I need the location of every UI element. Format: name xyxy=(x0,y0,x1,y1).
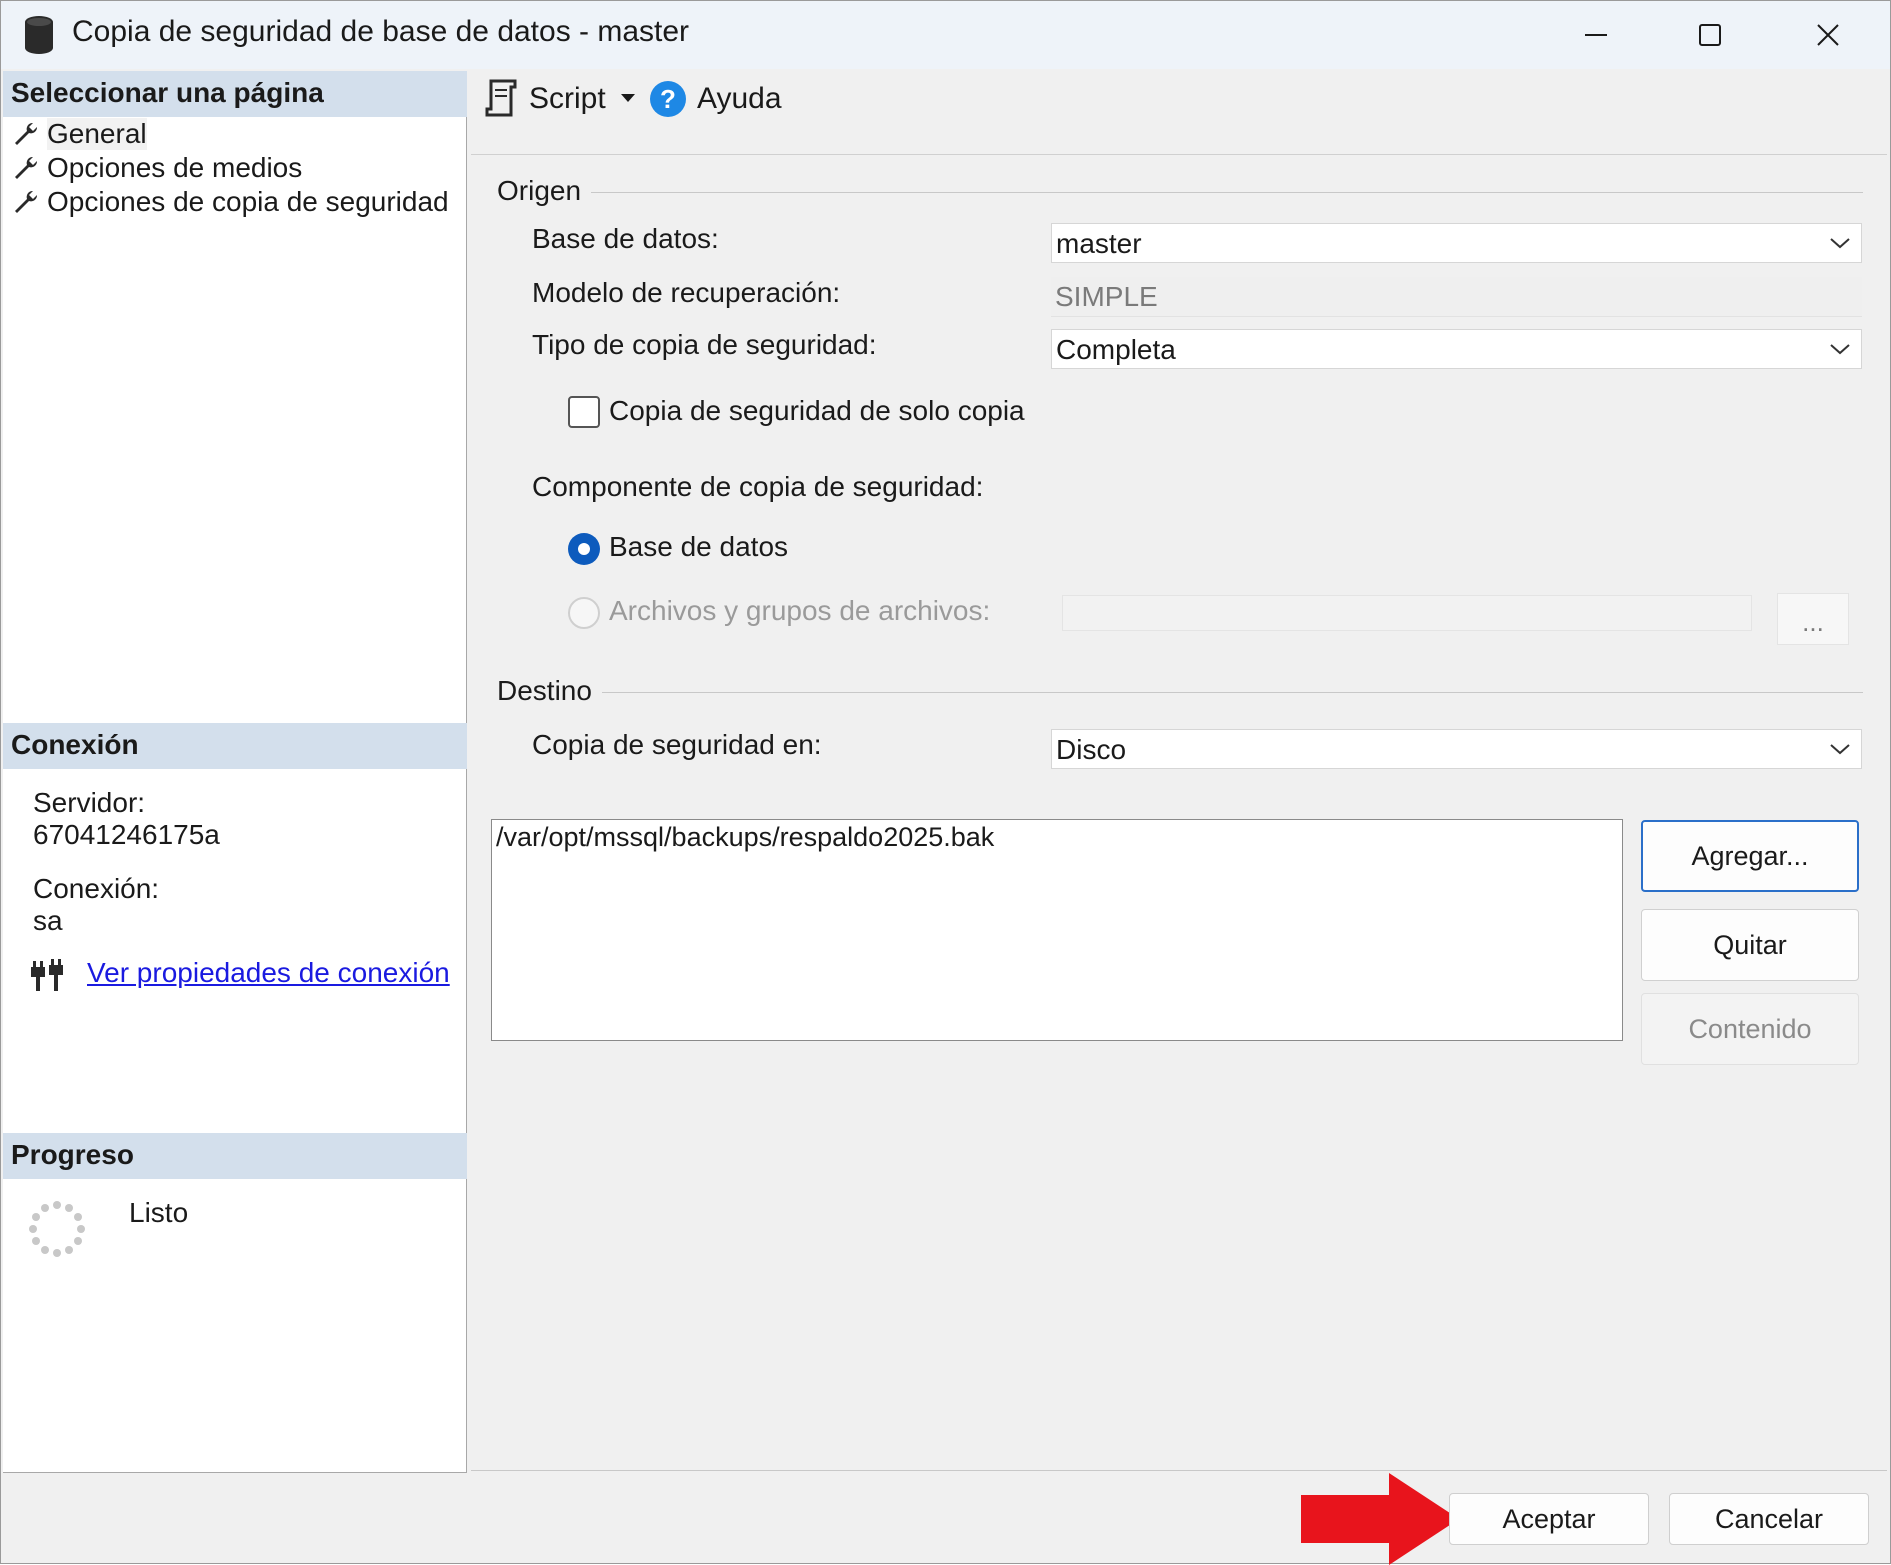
recovery-model-label: Modelo de recuperación: xyxy=(532,277,841,308)
files-filegroups-field[interactable] xyxy=(1062,595,1752,631)
connection-value: sa xyxy=(33,905,63,936)
chevron-down-icon xyxy=(1830,744,1850,755)
source-group-label: Origen xyxy=(497,175,592,207)
page-item-general[interactable]: General xyxy=(13,117,147,151)
copy-only-checkbox[interactable] xyxy=(568,396,600,428)
close-button[interactable] xyxy=(1773,1,1883,69)
page-item-backup-options[interactable]: Opciones de copia de seguridad xyxy=(13,185,449,219)
destination-group-line xyxy=(599,692,1863,693)
wrench-icon xyxy=(15,190,38,213)
server-value: 67041246175a xyxy=(33,819,220,850)
list-item[interactable]: /var/opt/mssql/backups/respaldo2025.bak xyxy=(496,822,1618,853)
script-dropdown-button[interactable] xyxy=(621,75,635,123)
bottom-separator xyxy=(471,1470,1887,1471)
view-connection-properties-link[interactable]: Ver propiedades de conexión xyxy=(87,957,450,989)
backup-to-select-value: Disco xyxy=(1056,734,1127,765)
cancel-button[interactable]: Cancelar xyxy=(1669,1493,1869,1545)
svg-text:?: ? xyxy=(660,84,676,114)
maximize-icon xyxy=(1699,24,1721,46)
add-destination-button[interactable]: Agregar... xyxy=(1641,820,1859,892)
connection-header: Conexión xyxy=(3,723,467,769)
component-files-radio[interactable] xyxy=(568,597,600,629)
connection-label: Conexión: xyxy=(33,873,160,904)
help-button[interactable]: ? Ayuda xyxy=(649,75,782,123)
database-select-value: master xyxy=(1056,228,1142,259)
backup-type-select[interactable]: Completa xyxy=(1051,329,1862,369)
plug-icon xyxy=(31,959,63,991)
minimize-icon xyxy=(1585,34,1607,36)
script-icon xyxy=(485,79,517,117)
database-select[interactable]: master xyxy=(1051,223,1862,263)
red-arrow-annotation xyxy=(1301,1473,1459,1565)
component-database-label: Base de datos xyxy=(609,531,789,562)
help-icon: ? xyxy=(650,81,686,117)
backup-component-label: Componente de copia de seguridad: xyxy=(532,471,984,502)
destination-list[interactable]: /var/opt/mssql/backups/respaldo2025.bak xyxy=(491,819,1623,1041)
wrench-icon xyxy=(15,156,38,179)
progress-status: Listo xyxy=(129,1197,189,1228)
component-database-radio[interactable] xyxy=(568,533,600,565)
copy-only-label: Copia de seguridad de solo copia xyxy=(609,395,1025,426)
progress-spinner-icon xyxy=(29,1201,85,1257)
server-label: Servidor: xyxy=(33,787,146,818)
destination-group-label: Destino xyxy=(497,675,602,707)
source-group-line xyxy=(591,192,1863,193)
browse-files-button[interactable]: ... xyxy=(1777,593,1849,645)
remove-destination-button[interactable]: Quitar xyxy=(1641,909,1859,981)
component-files-label: Archivos y grupos de archivos: xyxy=(609,595,991,626)
script-label: Script xyxy=(529,82,606,115)
app-root: Copia de seguridad de base de datos - ma… xyxy=(0,0,1891,1565)
backup-dialog: Copia de seguridad de base de datos - ma… xyxy=(0,0,1891,1565)
backup-type-label: Tipo de copia de seguridad: xyxy=(532,329,877,360)
page-item-label: Opciones de copia de seguridad xyxy=(47,186,449,217)
wrench-icon xyxy=(15,122,38,145)
close-icon xyxy=(1817,24,1839,46)
page-item-label: General xyxy=(47,118,147,150)
minimize-button[interactable] xyxy=(1541,1,1651,69)
page-item-media-options[interactable]: Opciones de medios xyxy=(13,151,302,185)
ok-button[interactable]: Aceptar xyxy=(1449,1493,1649,1545)
chevron-down-icon xyxy=(1830,238,1850,249)
database-icon xyxy=(25,16,53,54)
backup-to-select[interactable]: Disco xyxy=(1051,729,1862,769)
select-page-header: Seleccionar una página xyxy=(3,71,467,117)
title-bar: Copia de seguridad de base de datos - ma… xyxy=(1,1,1890,69)
database-label: Base de datos: xyxy=(532,223,719,254)
maximize-button[interactable] xyxy=(1655,1,1765,69)
left-panel: Seleccionar una página General Opciones … xyxy=(3,71,467,1473)
help-label: Ayuda xyxy=(697,82,782,115)
backup-type-select-value: Completa xyxy=(1056,334,1176,365)
toolbar: Script ? Ayuda xyxy=(471,71,1887,155)
caret-down-icon xyxy=(621,94,635,102)
script-button[interactable]: Script xyxy=(483,75,606,123)
chevron-down-icon xyxy=(1830,344,1850,355)
recovery-model-value: SIMPLE xyxy=(1051,277,1862,317)
window-title: Copia de seguridad de base de datos - ma… xyxy=(72,15,690,48)
backup-to-label: Copia de seguridad en: xyxy=(532,729,822,760)
page-item-label: Opciones de medios xyxy=(47,152,303,183)
contents-button[interactable]: Contenido xyxy=(1641,993,1859,1065)
progress-header: Progreso xyxy=(3,1133,467,1179)
